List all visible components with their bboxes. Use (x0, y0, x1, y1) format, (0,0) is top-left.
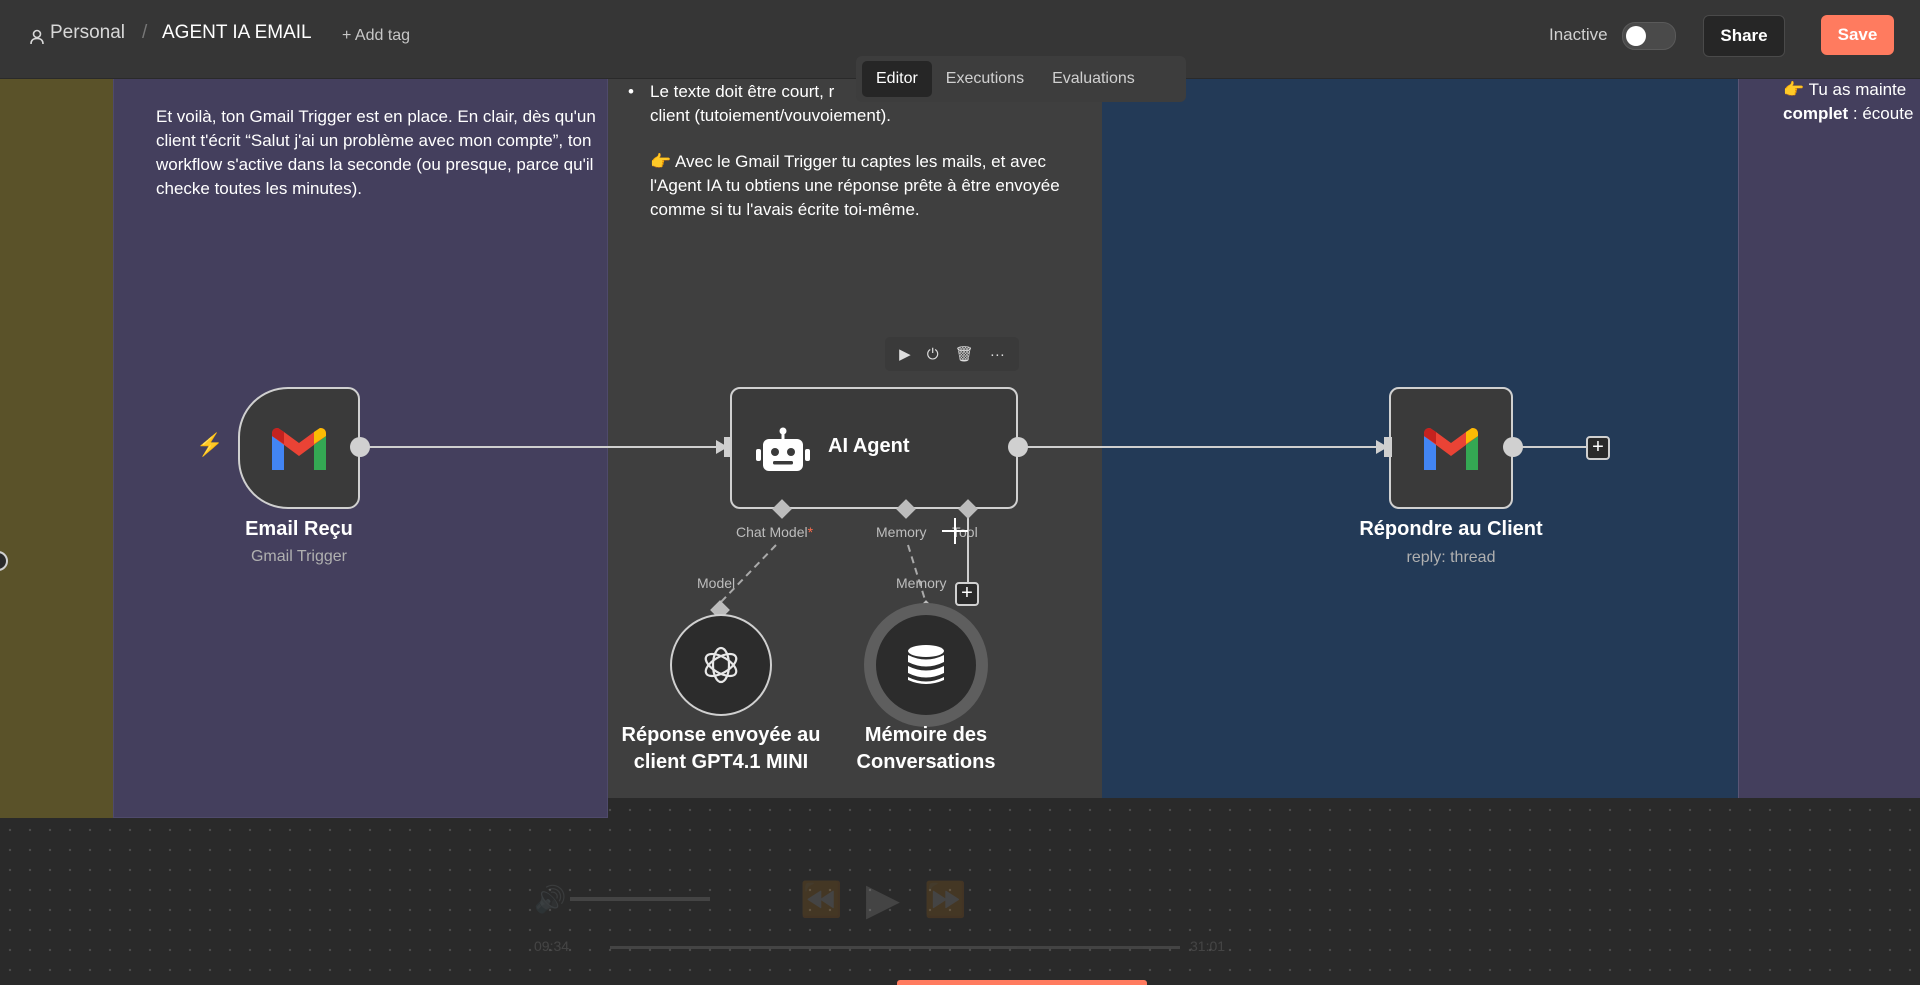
breadcrumb-separator: / (142, 22, 148, 43)
mouse-cursor-icon (942, 518, 968, 544)
node-gpt-title-line1: Réponse envoyée au (621, 724, 821, 746)
tab-executions[interactable]: Executions (932, 61, 1038, 97)
video-progress-bar (610, 946, 1180, 949)
right-note-bold: complet (1783, 104, 1849, 123)
openai-icon (704, 646, 738, 684)
node-email-recu-title: Email Reçu (245, 518, 353, 540)
rewind-icon: ⏪ (800, 881, 843, 919)
bottom-accent-bar (897, 980, 1147, 985)
agent-note-line2: client (tutoiement/vouvoiement). (650, 106, 891, 125)
node-repondre-client[interactable] (1389, 387, 1513, 509)
node-ai-agent-title: AI Agent (828, 435, 910, 457)
add-tag-button[interactable]: + Add tag (342, 27, 410, 45)
sticky-note-olive[interactable] (0, 78, 113, 818)
node-repondre-title: Répondre au Client (1359, 518, 1543, 540)
node-ai-agent-input[interactable] (724, 437, 732, 457)
active-toggle[interactable] (1622, 22, 1676, 50)
node-repondre-input[interactable] (1384, 437, 1392, 457)
pointing-hand-icon: 👉 (1783, 80, 1805, 99)
gmail-icon (272, 428, 326, 470)
robot-icon (756, 427, 810, 471)
save-button[interactable]: Save (1821, 15, 1894, 55)
node-gpt-title-line2: client GPT4.1 MINI (633, 751, 809, 773)
add-next-node-button[interactable]: + (1586, 436, 1610, 460)
view-tabs: Editor Executions Evaluations (856, 56, 1186, 102)
trigger-bolt-icon: ⚡ (196, 432, 224, 457)
share-button[interactable]: Share (1703, 15, 1785, 57)
node-toolbar: ▶ ⏻ 🗑 ··· (885, 337, 1019, 371)
add-tool-button[interactable]: + (955, 582, 979, 606)
database-icon (908, 645, 944, 684)
more-icon[interactable]: ··· (990, 346, 1005, 363)
sticky-note-right[interactable]: 👉 Tu as mainte complet : écoute (1738, 78, 1920, 798)
play-icon[interactable]: ▶ (899, 345, 911, 363)
right-note-rest: : écoute (1848, 104, 1914, 123)
volume-icon: 🔊 (534, 884, 567, 914)
node-repondre-output[interactable] (1503, 437, 1523, 457)
right-note-line1: 👉 Tu as mainte (1783, 78, 1920, 102)
breadcrumb-workspace[interactable]: Personal (50, 22, 125, 44)
chat-model-label-text: Chat Model (736, 524, 808, 540)
workflow-canvas[interactable]: Et voilà, ton Gmail Trigger est en place… (0, 0, 1920, 985)
node-memory-title-line1: Mémoire des (864, 724, 988, 746)
tab-evaluations[interactable]: Evaluations (1038, 61, 1149, 97)
node-repondre-subtitle: reply: thread (1406, 549, 1496, 566)
node-memory-title: Mémoire des Conversations (826, 722, 1026, 776)
gmail-icon (1424, 428, 1478, 470)
node-ai-agent-output[interactable] (1008, 437, 1028, 457)
right-note-line1-text: Tu as mainte (1808, 80, 1907, 99)
gmail-note-text: Et voilà, ton Gmail Trigger est en place… (156, 107, 596, 198)
volume-slider (570, 897, 710, 901)
memory-port-label: Memory (896, 575, 947, 591)
node-ai-agent[interactable]: AI Agent (730, 387, 1018, 509)
play-video-icon: ▶ (866, 875, 900, 924)
node-gpt-model[interactable] (670, 614, 772, 716)
tab-editor[interactable]: Editor (862, 61, 932, 97)
trash-icon[interactable]: 🗑 (955, 345, 974, 363)
node-email-recu[interactable] (238, 387, 360, 509)
right-note-line2: complet : écoute (1783, 102, 1920, 126)
chat-model-label: Chat Model* (736, 524, 813, 540)
node-gpt-title: Réponse envoyée au client GPT4.1 MINI (600, 722, 842, 776)
required-mark: * (807, 524, 814, 540)
video-time-total: 31:01 (1190, 938, 1226, 954)
video-player-overlay: 🔊 ⏪ ▶ ⏩ 09:34 31:01 (520, 870, 1280, 960)
forward-icon: ⏩ (924, 881, 967, 919)
agent-note-para-text: Avec le Gmail Trigger tu captes les mail… (650, 152, 1060, 219)
power-icon[interactable]: ⏻ (927, 346, 939, 363)
toggle-knob (1626, 26, 1646, 46)
video-time-current: 09:34 (534, 938, 570, 954)
memory-label: Memory (876, 524, 927, 540)
agent-note-para: 👉 Avec le Gmail Trigger tu captes les ma… (650, 150, 1080, 222)
user-icon (30, 29, 44, 45)
pointing-hand-icon: 👉 (650, 152, 672, 171)
agent-note-bullet-text: Le texte doit être court, r (650, 82, 835, 101)
node-memory-title-line2: Conversations (856, 751, 996, 773)
workflow-name[interactable]: AGENT IA EMAIL (162, 22, 312, 44)
model-port-label: Model (697, 575, 736, 591)
node-memory[interactable] (876, 615, 976, 715)
node-email-recu-output[interactable] (350, 437, 370, 457)
node-email-recu-subtitle: Gmail Trigger (250, 548, 348, 565)
status-label: Inactive (1549, 25, 1608, 44)
